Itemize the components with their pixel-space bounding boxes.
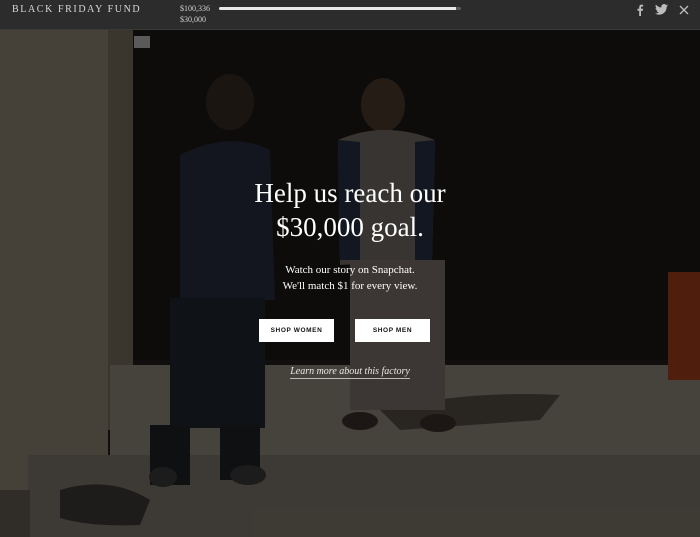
raised-amount: $100,336 (180, 4, 210, 13)
learn-more-area: Learn more about this factory (0, 366, 700, 379)
progress-bar (219, 7, 461, 10)
hero-subtext: Watch our story on Snapchat. We'll match… (0, 262, 700, 294)
twitter-icon[interactable] (655, 3, 668, 16)
subtext-line-1: Watch our story on Snapchat. (285, 264, 415, 276)
brand-title: BLACK FRIDAY FUND (12, 4, 142, 15)
learn-more-link[interactable]: Learn more about this factory (290, 366, 410, 379)
shop-women-button[interactable]: SHOP WOMEN (259, 319, 334, 342)
progress-fill (219, 7, 457, 10)
subtext-line-2: We'll match $1 for every view. (282, 280, 418, 292)
fund-amounts: $100,336 $30,000 (180, 3, 210, 25)
close-icon[interactable] (677, 3, 690, 16)
goal-amount: $30,000 (180, 15, 206, 24)
top-bar: BLACK FRIDAY FUND $100,336 $30,000 (0, 0, 700, 30)
facebook-icon[interactable] (633, 3, 646, 16)
headline-line-1: Help us reach our (254, 178, 446, 208)
hero-headline: Help us reach our $30,000 goal. (0, 176, 700, 244)
social-icons (633, 3, 690, 16)
headline-line-2: $30,000 goal. (276, 212, 424, 242)
shop-men-button[interactable]: SHOP MEN (355, 319, 430, 342)
hero-overlay: Help us reach our $30,000 goal. Watch ou… (0, 30, 700, 537)
